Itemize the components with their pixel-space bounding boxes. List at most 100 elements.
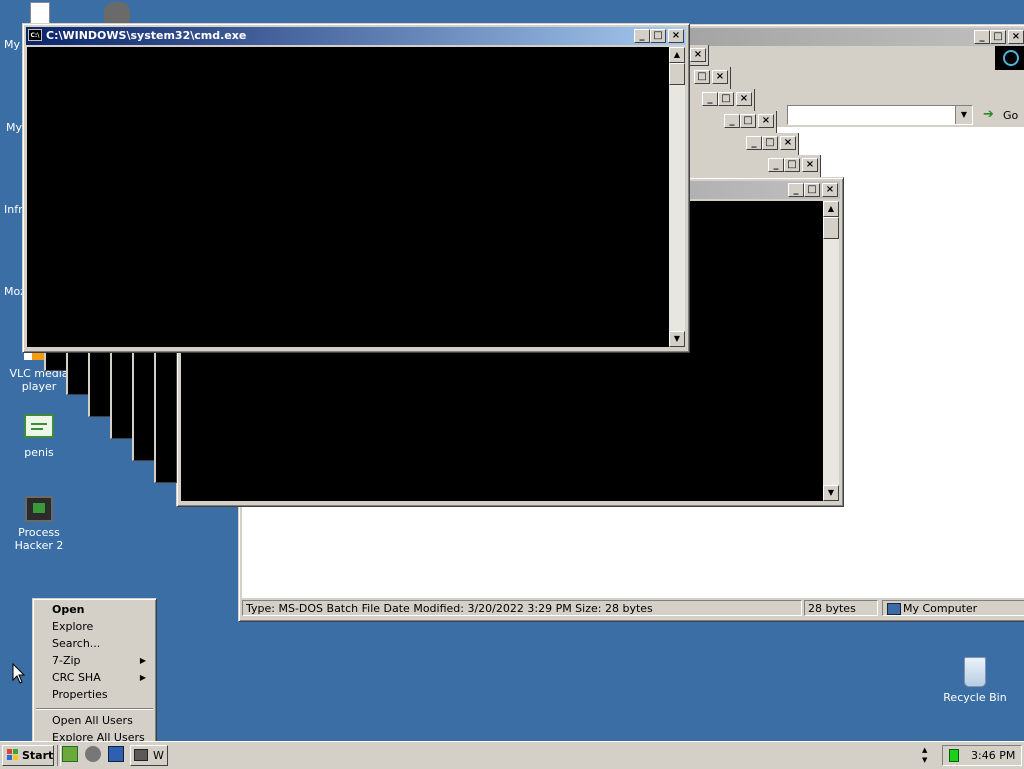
menu-item-label: Explore bbox=[52, 620, 94, 633]
vertical-scrollbar[interactable]: ▲ ▼ bbox=[669, 47, 685, 347]
minimize-button[interactable]: _ bbox=[788, 183, 804, 197]
maximize-button[interactable]: □ bbox=[740, 114, 756, 128]
quicklaunch-raccoon-icon[interactable] bbox=[85, 746, 101, 762]
tray-up-arrow-icon[interactable]: ▲ bbox=[922, 746, 927, 754]
taskbar-task-button[interactable]: W bbox=[130, 745, 168, 766]
quicklaunch-process-hacker-icon[interactable] bbox=[62, 746, 78, 762]
close-button[interactable]: × bbox=[780, 136, 796, 150]
go-arrow-icon: ➔ bbox=[983, 107, 994, 122]
stacked-window-edge[interactable] bbox=[110, 348, 133, 439]
menu-item-search[interactable]: Search... bbox=[52, 635, 100, 652]
address-dropdown-arrow-icon[interactable]: ▼ bbox=[955, 106, 972, 124]
scroll-thumb[interactable] bbox=[669, 63, 685, 85]
desktop-icon-recycle-bin[interactable]: Recycle Bin bbox=[935, 657, 1015, 704]
window-title: C:\WINDOWS\system32\cmd.exe bbox=[46, 29, 247, 42]
close-button[interactable]: × bbox=[736, 92, 752, 106]
address-field[interactable]: ▼ bbox=[787, 105, 973, 125]
vertical-scrollbar[interactable]: ▲ ▼ bbox=[823, 201, 839, 501]
desktop-icon-penis[interactable]: penis bbox=[0, 414, 78, 459]
stacked-window-titlebar[interactable]: _ □ × bbox=[688, 111, 777, 134]
submenu-arrow-icon: ▶ bbox=[139, 656, 146, 665]
stacked-window-titlebar[interactable]: _ □ × bbox=[688, 155, 821, 178]
throbber-logo bbox=[995, 46, 1024, 70]
tray-scroll[interactable]: ▲ ▼ bbox=[922, 746, 936, 766]
go-label: Go bbox=[1003, 109, 1019, 122]
shortcut-arrow-icon bbox=[24, 352, 32, 360]
desktop-icon-label: Process Hacker 2 bbox=[14, 526, 64, 552]
menu-item-open-all-users[interactable]: Open All Users bbox=[52, 712, 133, 729]
stacked-window-edge[interactable] bbox=[154, 348, 177, 483]
close-button[interactable]: × bbox=[668, 29, 684, 43]
computer-icon bbox=[134, 749, 148, 761]
menu-item-explore[interactable]: Explore bbox=[52, 618, 93, 635]
desktop-icon-label: penis bbox=[24, 446, 54, 459]
close-button[interactable]: × bbox=[802, 158, 818, 172]
maximize-button[interactable]: □ bbox=[694, 70, 710, 84]
close-button[interactable]: × bbox=[690, 48, 706, 62]
certificate-icon bbox=[24, 414, 54, 438]
maximize-button[interactable]: □ bbox=[718, 92, 734, 106]
menu-item-label: Search... bbox=[52, 637, 101, 650]
menu-item-label: CRC SHA bbox=[52, 671, 101, 684]
windows-logo-icon bbox=[7, 749, 19, 761]
menu-item-open[interactable]: Open bbox=[52, 601, 85, 618]
stacked-window-edge[interactable] bbox=[66, 348, 89, 395]
clock[interactable]: 3:46 PM bbox=[971, 749, 1015, 762]
cmd-titlebar[interactable]: C:\ C:\WINDOWS\system32\cmd.exe _ □ × bbox=[26, 27, 686, 45]
taskbar: Start W ▲ ▼ 3:46 PM bbox=[0, 741, 1024, 769]
stacked-window-edge[interactable] bbox=[88, 348, 111, 417]
scroll-down-button[interactable]: ▼ bbox=[669, 331, 685, 347]
menu-item-properties[interactable]: Properties bbox=[52, 686, 108, 703]
menu-item-crc-sha[interactable]: CRC SHA ▶ bbox=[52, 669, 152, 686]
go-button[interactable]: ➔ Go bbox=[979, 105, 1023, 125]
menu-item-label: 7-Zip bbox=[52, 654, 81, 667]
toolbar-divider bbox=[57, 745, 61, 766]
minimize-button[interactable]: _ bbox=[702, 92, 718, 106]
close-button[interactable]: × bbox=[758, 114, 774, 128]
quicklaunch-desktop-icon[interactable] bbox=[108, 746, 124, 762]
maximize-button[interactable]: □ bbox=[762, 136, 778, 150]
desktop-label-my-computer: My bbox=[6, 121, 23, 134]
minimize-button[interactable]: _ bbox=[634, 29, 650, 43]
menu-item-label: Open bbox=[52, 603, 85, 616]
stacked-window-edge[interactable] bbox=[132, 348, 155, 461]
start-context-menu: Open Explore Search... 7-Zip ▶ CRC SHA ▶… bbox=[32, 598, 157, 750]
stacked-window-titlebar[interactable]: _ □ × bbox=[688, 133, 799, 156]
menu-separator bbox=[36, 708, 153, 710]
task-label: W bbox=[153, 749, 164, 762]
menu-item-label: Properties bbox=[52, 688, 108, 701]
stacked-window-titlebar[interactable]: □ × bbox=[688, 67, 731, 90]
console-output[interactable] bbox=[27, 47, 669, 347]
maximize-button[interactable]: □ bbox=[990, 30, 1006, 44]
minimize-button[interactable]: _ bbox=[768, 158, 784, 172]
stacked-window-titlebar[interactable]: _ □ × bbox=[688, 89, 755, 112]
minimize-button[interactable]: _ bbox=[974, 30, 990, 44]
tray-status-icon[interactable] bbox=[949, 749, 959, 762]
stacked-window-titlebar[interactable]: × bbox=[688, 45, 709, 66]
process-hacker-icon bbox=[25, 496, 53, 522]
scroll-up-button[interactable]: ▲ bbox=[823, 201, 839, 217]
desktop-icon-process-hacker[interactable]: Process Hacker 2 bbox=[0, 496, 79, 552]
close-button[interactable]: × bbox=[712, 70, 728, 84]
tray-down-arrow-icon[interactable]: ▼ bbox=[922, 756, 927, 764]
cmd-window[interactable]: C:\ C:\WINDOWS\system32\cmd.exe _ □ × ▲ … bbox=[22, 23, 690, 353]
maximize-button[interactable]: □ bbox=[804, 183, 820, 197]
status-zone: My Computer bbox=[882, 600, 1024, 616]
menu-item-7zip[interactable]: 7-Zip ▶ bbox=[52, 652, 152, 669]
close-button[interactable]: × bbox=[822, 183, 838, 197]
minimize-button[interactable]: _ bbox=[746, 136, 762, 150]
maximize-button[interactable]: □ bbox=[650, 29, 666, 43]
raccoon-icon[interactable] bbox=[104, 2, 130, 24]
close-button[interactable]: × bbox=[1008, 30, 1024, 44]
start-label: Start bbox=[22, 749, 54, 762]
minimize-button[interactable]: _ bbox=[724, 114, 740, 128]
scroll-thumb[interactable] bbox=[823, 217, 839, 239]
status-size: 28 bytes bbox=[804, 600, 878, 616]
maximize-button[interactable]: □ bbox=[784, 158, 800, 172]
mouse-cursor-icon bbox=[12, 663, 26, 684]
menu-item-label: Open All Users bbox=[52, 714, 133, 727]
start-button[interactable]: Start bbox=[2, 745, 54, 766]
scroll-down-button[interactable]: ▼ bbox=[823, 485, 839, 501]
scroll-up-button[interactable]: ▲ bbox=[669, 47, 685, 63]
desktop-label-my-documents: My bbox=[4, 38, 21, 51]
